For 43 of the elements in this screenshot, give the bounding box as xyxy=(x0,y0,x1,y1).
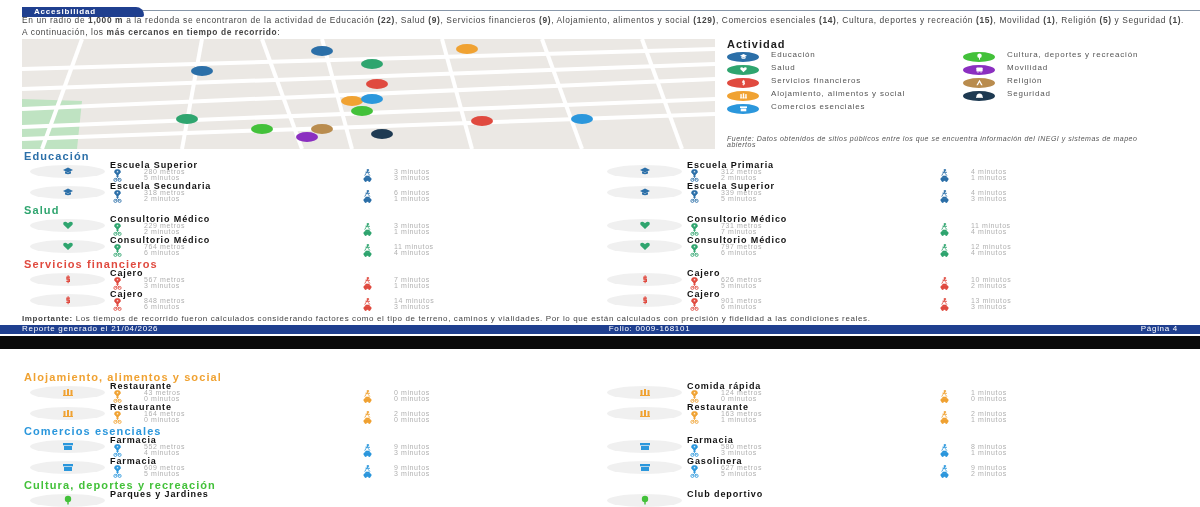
legend-title: Actividad xyxy=(727,38,786,50)
report-date: Reporte generado el 21/04/2026 xyxy=(22,325,159,334)
place-name: Escuela Superior xyxy=(687,181,776,190)
folio-number: Folio: 0009-168101 xyxy=(608,325,691,334)
page-number: Página 4 xyxy=(1140,325,1178,334)
section-heading: Comercios esenciales xyxy=(23,425,163,436)
section-heading: Alojamiento, alimentos y social xyxy=(23,371,223,382)
important-note: Importante: Los tiempos de recorrido fueron calculados considerando factores como el tipo de terreno, caminos y vialidades. Por lo que están calculados con precisión y fidelidad a las condiciones reales. xyxy=(22,314,872,322)
place-name: Cajero xyxy=(687,289,721,298)
place-name: Restaurante xyxy=(110,381,172,390)
place-name: Comida rápida xyxy=(687,381,763,390)
place-name: Gasolinera xyxy=(687,456,743,465)
section-heading: Servicios financieros xyxy=(23,258,159,269)
place-name: Escuela Primaria xyxy=(687,160,775,169)
legend-label: Servicios financieros xyxy=(771,77,863,85)
place-name: Cajero xyxy=(687,268,721,277)
place-name: Cajero xyxy=(110,268,144,277)
section-heading: Cultura, deportes y recreación xyxy=(23,479,217,490)
place-name: Escuela Secundaria xyxy=(110,181,213,190)
legend-label: Cultura, deportes y recreación xyxy=(1007,51,1140,59)
legend-label: Religión xyxy=(1007,77,1044,85)
legend-label: Seguridad xyxy=(1007,90,1052,98)
place-name: Consultorio Médico xyxy=(687,214,789,223)
place-name: Club deportivo xyxy=(687,489,764,498)
place-name: Consultorio Médico xyxy=(110,235,212,244)
legend-label: Comercios esenciales xyxy=(771,103,867,111)
section-heading: Salud xyxy=(23,204,61,215)
place-name: Farmacia xyxy=(687,435,735,444)
intro-text: A continuación, los más cercanos en tiempo de recorrido: xyxy=(22,27,282,36)
section-heading: Educación xyxy=(23,150,91,161)
legend-label: Movilidad xyxy=(1007,64,1049,72)
place-name: Farmacia xyxy=(110,456,158,465)
place-name: Consultorio Médico xyxy=(110,214,212,223)
legend-label: Alojamiento, alimentos y social xyxy=(771,90,907,98)
place-name: Consultorio Médico xyxy=(687,235,789,244)
legend-label: Educación xyxy=(771,51,817,59)
place-name: Escuela Superior xyxy=(110,160,199,169)
place-name: Cajero xyxy=(110,289,144,298)
place-name: Restaurante xyxy=(687,402,749,411)
summary-paragraph: En un radio de 1,000 m a la redonda se encontraron de la actividad de Educación (22), Salud (9), Servicios financieros (9), Alojamiento, alimentos y social (129), Comercios esenciales (14), Cultura, deportes y recreación (15), Movilidad (1), Religión (5) y Seguridad (1). xyxy=(22,17,1186,25)
legend-label: Salud xyxy=(771,64,797,72)
place-name: Farmacia xyxy=(110,435,157,444)
place-name: Restaurante xyxy=(110,402,172,411)
